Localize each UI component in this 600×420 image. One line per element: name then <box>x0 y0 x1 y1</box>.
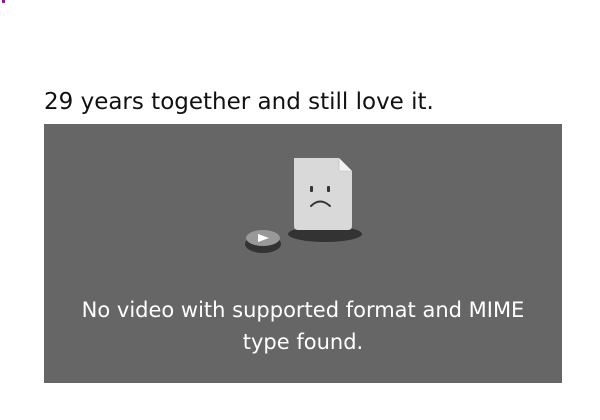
play-button-icon <box>245 230 281 253</box>
video-error-illustration <box>245 158 362 253</box>
post-caption: 29 years together and still love it. <box>44 89 434 115</box>
video-error-message: No video with supported format and MIME … <box>81 298 525 354</box>
corner-marker <box>2 0 5 3</box>
video-player[interactable]: No video with supported format and MIME … <box>44 124 562 383</box>
page: 29 years together and still love it. No … <box>0 0 600 420</box>
sad-document-icon <box>294 158 352 230</box>
